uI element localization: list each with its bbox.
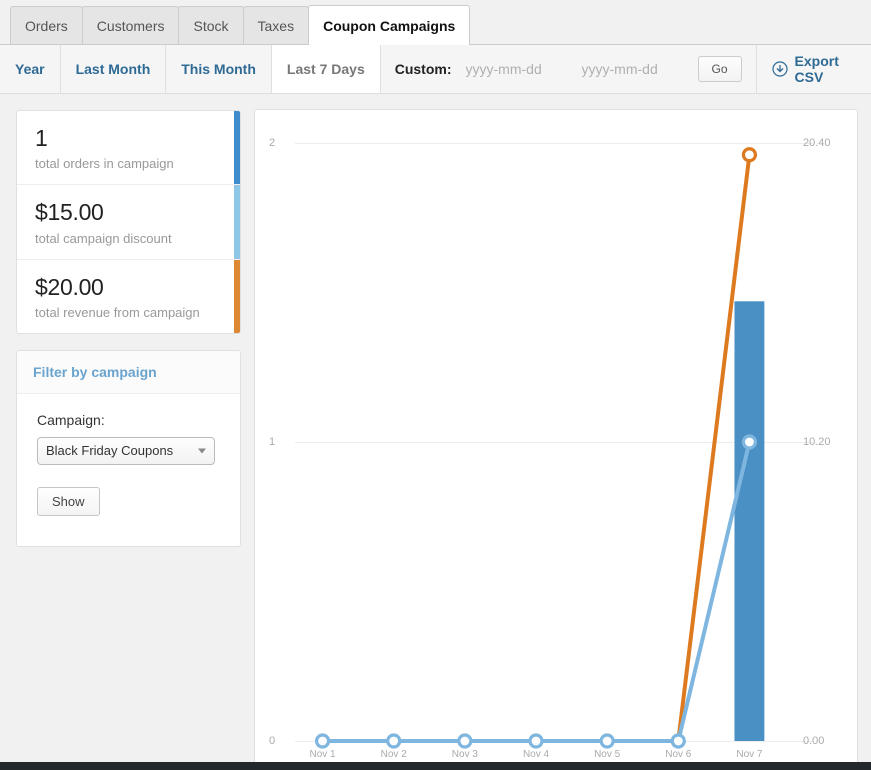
custom-date-to-input[interactable] xyxy=(582,59,684,79)
campaign-select-value: Black Friday Coupons xyxy=(46,443,173,458)
reports-page: Help ▾ OrdersCustomersStockTaxesCoupon C… xyxy=(0,0,871,770)
admin-bottom-bar xyxy=(0,762,871,770)
tab-stock[interactable]: Stock xyxy=(178,6,243,44)
show-button[interactable]: Show xyxy=(37,487,100,516)
campaign-select-wrap: Black Friday Coupons xyxy=(37,437,215,465)
stat-accent-bar xyxy=(234,111,240,184)
custom-date-range: Custom: Go xyxy=(381,45,757,93)
summary-stats: 1 total orders in campaign $15.00 total cam… xyxy=(16,110,241,334)
stat-accent-bar xyxy=(234,185,240,258)
download-circle-icon xyxy=(772,61,788,77)
chart-data-point[interactable] xyxy=(601,735,613,747)
chart-data-point[interactable] xyxy=(743,436,755,448)
report-body: 1 total orders in campaign $15.00 total cam… xyxy=(0,94,871,770)
go-button[interactable]: Go xyxy=(698,56,742,82)
chart-data-point[interactable] xyxy=(743,149,755,161)
stat-description: total orders in campaign xyxy=(35,156,222,171)
stat-card: $15.00 total campaign discount xyxy=(17,185,240,259)
filter-by-campaign-panel: Filter by campaign Campaign: Black Frida… xyxy=(16,350,241,547)
tab-label: Taxes xyxy=(258,18,295,34)
stat-accent-bar xyxy=(234,260,240,333)
stat-description: total campaign discount xyxy=(35,231,222,246)
stat-amount: $15.00 xyxy=(35,200,222,225)
period-filter-bar: Year Last Month This Month Last 7 Days Cust… xyxy=(0,45,871,94)
left-column: 1 total orders in campaign $15.00 total cam… xyxy=(16,110,241,547)
tab-orders[interactable]: Orders xyxy=(10,6,83,44)
chart-data-point[interactable] xyxy=(388,735,400,747)
tab-coupon-campaigns[interactable]: Coupon Campaigns xyxy=(308,5,470,45)
period-label: Last 7 Days xyxy=(287,61,365,77)
chart-data-point[interactable] xyxy=(672,735,684,747)
filter-panel-title: Filter by campaign xyxy=(17,351,240,394)
filter-panel-body: Campaign: Black Friday Coupons Show xyxy=(17,394,240,546)
stat-card: $20.00 total revenue from campaign xyxy=(17,260,240,333)
period-this-month[interactable]: This Month xyxy=(166,45,272,93)
stat-description: total revenue from campaign xyxy=(35,305,222,320)
campaign-chart-panel: 0120.0010.2020.40Nov 1Nov 2Nov 3Nov 4Nov… xyxy=(254,109,858,769)
period-last-7-days[interactable]: Last 7 Days xyxy=(272,45,381,93)
tab-label: Orders xyxy=(25,18,68,34)
tab-taxes[interactable]: Taxes xyxy=(243,6,310,44)
period-label: This Month xyxy=(181,61,256,77)
stat-card: 1 total orders in campaign xyxy=(17,111,240,185)
period-label: Last Month xyxy=(76,61,151,77)
tab-label: Stock xyxy=(193,18,228,34)
export-csv-button[interactable]: Export CSV xyxy=(757,45,871,93)
custom-date-from-input[interactable] xyxy=(466,59,568,79)
campaign-field-label: Campaign: xyxy=(37,412,222,428)
chart-line xyxy=(323,155,750,741)
tab-customers[interactable]: Customers xyxy=(82,6,180,44)
chart-data-point[interactable] xyxy=(530,735,542,747)
campaign-select[interactable]: Black Friday Coupons xyxy=(37,437,215,465)
chart-series-layer xyxy=(255,110,857,768)
stat-amount: 1 xyxy=(35,126,222,151)
custom-range-label: Custom: xyxy=(395,61,452,77)
chart-plot-area[interactable]: 0120.0010.2020.40Nov 1Nov 2Nov 3Nov 4Nov… xyxy=(255,110,857,768)
report-tabs: Orders Customers Stock Taxes Coupon Campaign… xyxy=(0,0,871,45)
export-csv-label: Export CSV xyxy=(795,53,856,85)
period-year[interactable]: Year xyxy=(0,45,61,93)
tab-label: Coupon Campaigns xyxy=(323,18,455,34)
chart-data-point[interactable] xyxy=(317,735,329,747)
period-last-month[interactable]: Last Month xyxy=(61,45,167,93)
chart-bar[interactable] xyxy=(734,301,764,741)
stat-amount: $20.00 xyxy=(35,275,222,300)
chart-data-point[interactable] xyxy=(459,735,471,747)
tab-label: Customers xyxy=(97,18,165,34)
period-label: Year xyxy=(15,61,45,77)
chevron-down-icon xyxy=(198,448,206,453)
